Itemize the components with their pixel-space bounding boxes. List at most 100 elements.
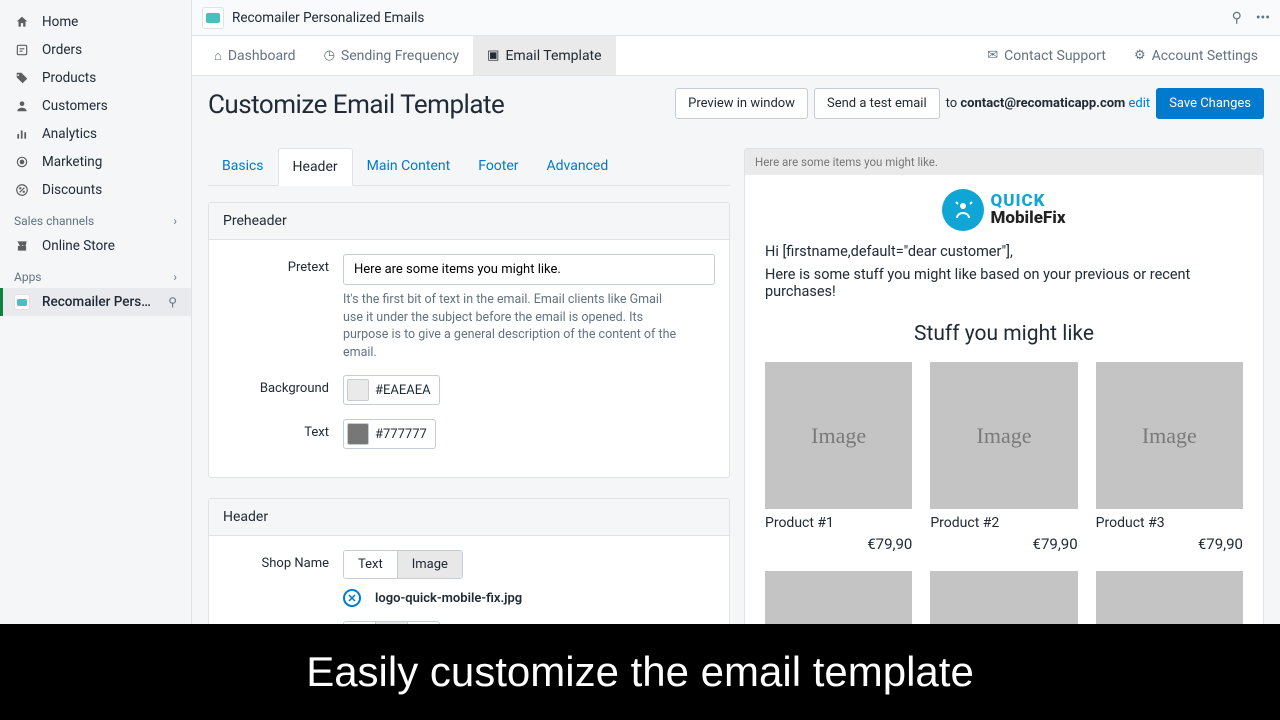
nav-online-store[interactable]: Online Store — [0, 232, 191, 260]
panel-title: Preheader — [209, 203, 729, 240]
text-color-label: Text — [223, 419, 343, 449]
product-image-placeholder: Image — [930, 362, 1077, 509]
app-header: Recomailer Personalized Emails ⚲ ••• — [192, 0, 1280, 36]
remove-file-icon[interactable]: ✕ — [343, 589, 361, 607]
tab-account-settings[interactable]: ⚙ Account Settings — [1120, 36, 1272, 75]
store-icon — [14, 238, 30, 254]
nav-app-recomailer[interactable]: Recomailer Personali... ⚲ — [0, 288, 191, 316]
nav-analytics[interactable]: Analytics — [0, 120, 191, 148]
nav-label: Recomailer Personali... — [42, 294, 152, 310]
nav-marketing[interactable]: Marketing — [0, 148, 191, 176]
more-icon[interactable]: ••• — [1256, 10, 1270, 26]
sales-channels-header[interactable]: Sales channels › — [0, 204, 191, 232]
nav-products[interactable]: Products — [0, 64, 191, 92]
color-swatch — [347, 423, 369, 445]
toggle-text[interactable]: Text — [344, 551, 397, 578]
subtab-header[interactable]: Header — [278, 148, 353, 186]
tab-label: Contact Support — [1004, 48, 1106, 64]
nav-label: Marketing — [42, 154, 102, 170]
tab-label: Account Settings — [1152, 48, 1258, 64]
nav-tabs: ⌂ Dashboard ◷ Sending Frequency ▣ Email … — [192, 36, 1280, 76]
bars-icon — [14, 126, 30, 142]
nav-customers[interactable]: Customers — [0, 92, 191, 120]
nav-label: Analytics — [42, 126, 97, 142]
app-logo-icon — [202, 7, 224, 29]
nav-label: Home — [42, 14, 78, 30]
nav-home[interactable]: Home — [0, 8, 191, 36]
background-color-input[interactable]: #EAEAEA — [343, 375, 440, 405]
brand-text-mobilefix: MobileFix — [990, 210, 1065, 227]
email-intro: Here is some stuff you might like based … — [765, 266, 1243, 300]
product-card: Image Product #1 €79,90 — [765, 362, 912, 553]
person-icon — [14, 98, 30, 114]
nav-label: Products — [42, 70, 96, 86]
product-card: Image Product #2 €79,90 — [930, 362, 1077, 553]
tab-email-template[interactable]: ▣ Email Template — [473, 36, 615, 75]
panel-title: Header — [209, 499, 729, 536]
color-value: #777777 — [375, 427, 427, 442]
nav-label: Customers — [42, 98, 108, 114]
nav-orders[interactable]: Orders — [0, 36, 191, 64]
product-name: Product #1 — [765, 515, 912, 531]
subtab-basics[interactable]: Basics — [208, 148, 278, 185]
app-title: Recomailer Personalized Emails — [232, 10, 424, 26]
product-price: €79,90 — [1096, 535, 1243, 553]
target-icon — [14, 154, 30, 170]
pretext-input[interactable] — [343, 254, 715, 285]
marketing-banner: Easily customize the email template — [0, 624, 1280, 720]
brand-logo: QUICK MobileFix — [765, 189, 1243, 231]
clock-icon: ◷ — [324, 48, 335, 63]
product-name: Product #3 — [1096, 515, 1243, 531]
email-section-title: Stuff you might like — [765, 322, 1243, 346]
tab-label: Sending Frequency — [341, 48, 459, 64]
tab-sending-frequency[interactable]: ◷ Sending Frequency — [310, 36, 474, 75]
nav-discounts[interactable]: Discounts — [0, 176, 191, 204]
product-card: Image Product #3 €79,90 — [1096, 362, 1243, 553]
apps-header[interactable]: Apps › — [0, 260, 191, 288]
preheader-panel: Preheader Pretext It's the first bit of … — [208, 202, 730, 478]
text-color-input[interactable]: #777777 — [343, 419, 436, 449]
product-price: €79,90 — [765, 535, 912, 553]
send-test-button[interactable]: Send a test email — [814, 88, 940, 119]
dashboard-icon: ⌂ — [214, 48, 222, 64]
color-value: #EAEAEA — [375, 383, 431, 398]
pin-icon[interactable]: ⚲ — [168, 295, 177, 309]
save-button[interactable]: Save Changes — [1156, 88, 1264, 119]
preview-preheader: Here are some items you might like. — [745, 149, 1263, 175]
page-title: Customize Email Template — [208, 90, 504, 120]
wrench-person-icon — [942, 189, 984, 231]
tab-label: Email Template — [505, 48, 601, 64]
main-area: Recomailer Personalized Emails ⚲ ••• ⌂ D… — [192, 0, 1280, 720]
toggle-image[interactable]: Image — [397, 551, 462, 578]
tag-icon — [14, 70, 30, 86]
tab-contact-support[interactable]: ✉ Contact Support — [973, 36, 1120, 75]
section-label: Apps — [14, 270, 42, 284]
nav-label: Online Store — [42, 238, 115, 254]
picture-icon: ▣ — [487, 48, 499, 63]
background-label: Background — [223, 375, 343, 405]
subtab-advanced[interactable]: Advanced — [533, 148, 623, 185]
subtab-main-content[interactable]: Main Content — [353, 148, 465, 185]
nav-label: Orders — [42, 42, 82, 58]
tab-dashboard[interactable]: ⌂ Dashboard — [200, 36, 310, 75]
shop-name-type-toggle: Text Image — [343, 550, 463, 579]
subtab-footer[interactable]: Footer — [464, 148, 532, 185]
page-actions: Preview in window Send a test email to c… — [675, 88, 1264, 119]
chevron-right-icon: › — [173, 270, 177, 284]
edit-email-link[interactable]: edit — [1125, 96, 1150, 111]
pretext-help: It's the first bit of text in the email.… — [343, 291, 683, 361]
product-name: Product #2 — [930, 515, 1077, 531]
pin-icon[interactable]: ⚲ — [1232, 10, 1242, 26]
home-icon — [14, 14, 30, 30]
product-price: €79,90 — [930, 535, 1077, 553]
preview-button[interactable]: Preview in window — [675, 88, 808, 119]
percent-icon — [14, 182, 30, 198]
file-name: logo-quick-mobile-fix.jpg — [375, 591, 522, 606]
mail-icon: ✉ — [987, 48, 998, 63]
color-swatch — [347, 379, 369, 401]
nav-label: Discounts — [42, 182, 102, 198]
product-image-placeholder: Image — [1096, 362, 1243, 509]
product-image-placeholder: Image — [765, 362, 912, 509]
chevron-right-icon: › — [173, 214, 177, 228]
gear-icon: ⚙ — [1134, 48, 1146, 63]
